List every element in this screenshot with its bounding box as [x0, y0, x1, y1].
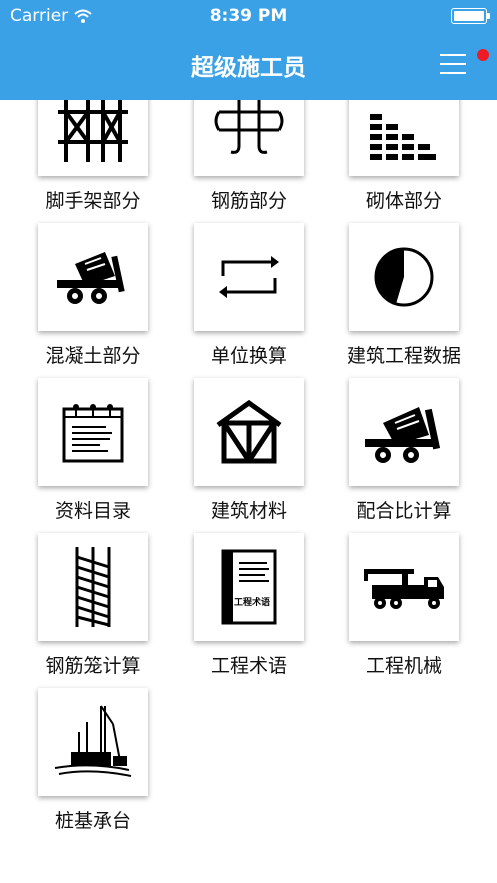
tile-box[interactable] [194, 378, 304, 486]
tile-box[interactable]: 工程术语 [194, 533, 304, 641]
tile-label: 资料目录 [54, 500, 131, 522]
tile-label: 单位换算 [210, 345, 287, 367]
tile-box[interactable] [194, 223, 304, 331]
hamburger-line [440, 72, 466, 74]
concrete-mixer-icon [365, 407, 441, 463]
status-bar: Carrier 8:39 PM [0, 0, 497, 34]
hamburger-line [440, 63, 466, 65]
tile-label: 配合比计算 [356, 500, 452, 522]
menu-button[interactable] [440, 52, 468, 76]
book-icon: 工程术语 [221, 549, 277, 625]
tile-box[interactable] [349, 533, 459, 641]
tile-label: 混凝土部分 [45, 345, 141, 367]
tile-label: 工程机械 [365, 655, 442, 677]
tile-label: 脚手架部分 [45, 190, 141, 212]
pile-driver-icon [54, 705, 132, 777]
tile-box[interactable] [38, 378, 148, 486]
tile-label: 钢筋部分 [210, 190, 287, 212]
rebar-cage-icon [75, 547, 111, 627]
tile-box[interactable] [38, 688, 148, 796]
hamburger-line [440, 54, 466, 56]
tile-label: 建筑工程数据 [346, 345, 461, 367]
navigation-bar: Carrier 8:39 PM 超级施工员 [0, 0, 497, 100]
battery-icon [451, 8, 490, 24]
tile-label: 钢筋笼计算 [45, 655, 141, 677]
concrete-mixer-icon [57, 252, 125, 304]
status-time: 8:39 PM [209, 6, 288, 26]
notification-badge [477, 49, 489, 61]
tile-label: 砌体部分 [365, 190, 442, 212]
tile-label: 建筑材料 [210, 500, 287, 522]
tile-label: 工程术语 [210, 655, 287, 677]
calendar-list-icon [62, 404, 124, 463]
tile-box[interactable] [38, 223, 148, 331]
tile-box[interactable] [38, 533, 148, 641]
convert-arrows-icon [219, 256, 279, 298]
tile-box[interactable] [349, 378, 459, 486]
house-frame-icon [216, 399, 282, 464]
feature-grid: 脚手架部分 钢筋部分 砌体部分 混凝土部分 单位换算 建筑工程数据 资料目录 建… [0, 0, 497, 883]
page-title: 超级施工员 [191, 55, 306, 81]
book-icon-text: 工程术语 [234, 596, 270, 608]
tile-label: 桩基承台 [54, 810, 131, 832]
crane-truck-icon [364, 569, 444, 609]
pie-chart-icon [374, 247, 434, 307]
tile-box[interactable] [349, 223, 459, 331]
